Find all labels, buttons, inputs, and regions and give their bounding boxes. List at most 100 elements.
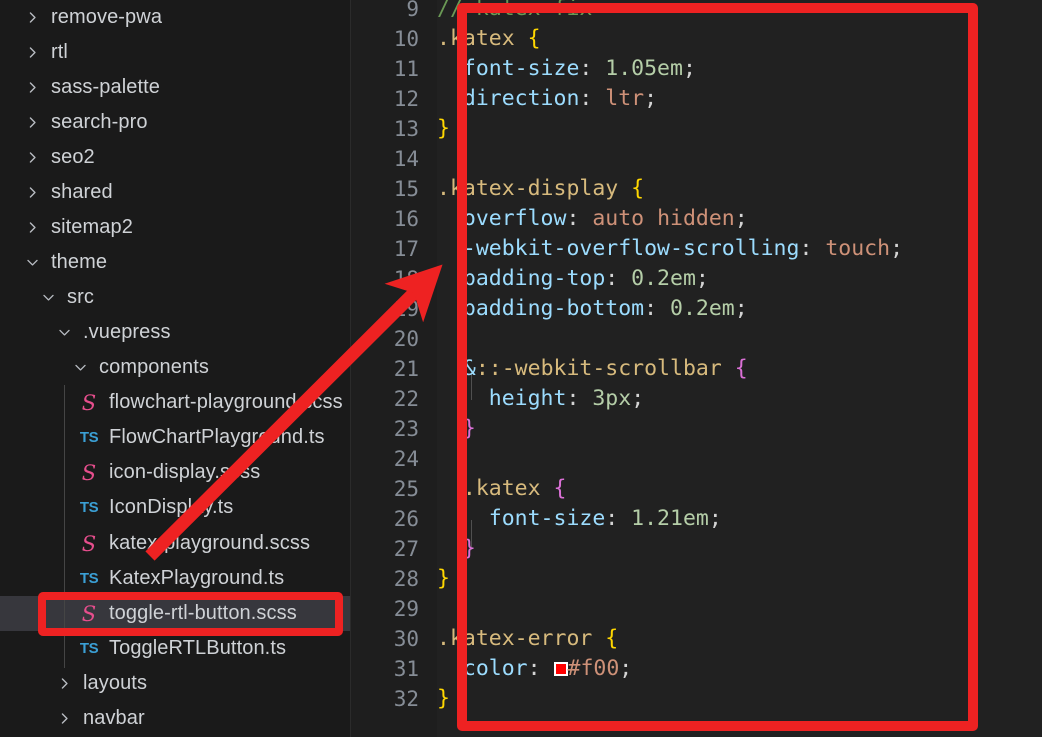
tree-file-togglertlbutton-ts[interactable]: TS ToggleRTLButton.ts	[0, 631, 350, 666]
code-token: :	[605, 506, 632, 531]
tree-folder-rtl[interactable]: rtl	[0, 35, 350, 70]
code-line[interactable]: font-size: 1.21em;	[437, 504, 722, 534]
code-line[interactable]: }	[437, 114, 450, 144]
tree-indent-guide	[64, 385, 65, 668]
chevron-right-icon[interactable]	[20, 35, 44, 70]
line-number: 32	[393, 687, 419, 711]
scss-file-icon: S	[81, 460, 97, 485]
line-number: 29	[393, 597, 419, 621]
code-line[interactable]: .katex-display {	[437, 174, 644, 204]
scss-file-icon: S	[81, 601, 97, 626]
code-line[interactable]: }	[437, 534, 476, 564]
tree-folder-seo2[interactable]: seo2	[0, 140, 350, 175]
ts-file-icon: TS	[79, 570, 99, 587]
tree-folder-shared[interactable]: shared	[0, 175, 350, 210]
tree-item-label: FlowChartPlayground.ts	[109, 426, 325, 448]
tree-file-icondisplay-ts[interactable]: TS IconDisplay.ts	[0, 490, 350, 525]
line-number-gutter: 9 10 11 12 13 14 15 16 17 18 19 20 21 22 23 24 25 26 27 28 2…	[351, 0, 419, 737]
code-line[interactable]: padding-top: 0.2em;	[437, 264, 709, 294]
tree-item-label: components	[99, 356, 209, 378]
chevron-down-icon[interactable]	[20, 245, 44, 280]
code-line[interactable]: direction: ltr;	[437, 84, 657, 114]
code-token: }	[437, 566, 450, 591]
code-token: :	[579, 56, 606, 81]
tree-file-flowchartplayground-ts[interactable]: TS FlowChartPlayground.ts	[0, 420, 350, 455]
code-token: }	[462, 536, 476, 561]
chevron-down-icon[interactable]	[36, 280, 60, 315]
line-number: 17	[393, 237, 419, 261]
line-number: 13	[393, 117, 419, 141]
code-line[interactable]: color: #f00;	[437, 654, 632, 684]
chevron-right-icon[interactable]	[20, 140, 44, 175]
line-number: 16	[393, 207, 419, 231]
tree-folder-src[interactable]: src	[0, 280, 350, 315]
code-token: ;	[890, 236, 904, 261]
code-token: 1.05em	[605, 56, 683, 81]
chevron-right-icon[interactable]	[52, 701, 76, 736]
tree-file-icon-display-scss[interactable]: Sicon-display.scss	[0, 455, 350, 490]
code-token: font-size	[488, 506, 606, 531]
chevron-right-icon[interactable]	[52, 666, 76, 701]
code-line[interactable]: .katex {	[437, 474, 567, 504]
tree-folder-remove-pwa[interactable]: remove-pwa	[0, 0, 350, 35]
scss-file-icon: S	[81, 531, 97, 556]
line-number: 30	[393, 627, 419, 651]
code-line[interactable]: }	[437, 414, 476, 444]
line-number: 26	[393, 507, 419, 531]
chevron-right-icon[interactable]	[20, 210, 44, 245]
tree-folder-sitemap2[interactable]: sitemap2	[0, 210, 350, 245]
file-explorer-tree[interactable]: remove-pwa rtl sass-palette search-pro seo2 s…	[0, 0, 351, 737]
code-editor[interactable]: 9 10 11 12 13 14 15 16 17 18 19 20 21 22 23 24 25 26 27 28 2…	[351, 0, 1042, 737]
tree-file-katex-playground-scss[interactable]: Skatex-playground.scss	[0, 526, 350, 561]
tree-folder-search-pro[interactable]: search-pro	[0, 105, 350, 140]
chevron-down-icon[interactable]	[68, 350, 92, 385]
tree-file-toggle-rtl-button-scss[interactable]: Stoggle-rtl-button.scss	[0, 596, 350, 631]
code-token: 0.2em	[670, 296, 735, 321]
code-token: 3px	[592, 386, 632, 411]
tree-folder-layouts[interactable]: layouts	[0, 666, 350, 701]
tree-item-label: theme	[51, 251, 108, 273]
code-line[interactable]: .katex-error {	[437, 624, 618, 654]
tree-folder-components[interactable]: components	[0, 350, 350, 385]
line-number: 10	[393, 27, 419, 51]
code-line[interactable]: padding-bottom: 0.2em;	[437, 294, 748, 324]
code-line[interactable]: -webkit-overflow-scrolling: touch;	[437, 234, 903, 264]
code-token: padding-top	[462, 266, 606, 291]
tree-item-label: flowchart-playground.scss	[109, 391, 343, 413]
code-line[interactable]: font-size: 1.05em;	[437, 54, 696, 84]
code-line[interactable]: .katex {	[437, 24, 541, 54]
code-line[interactable]: }	[437, 564, 450, 594]
tree-folder-sass-palette[interactable]: sass-palette	[0, 70, 350, 105]
code-token: ;	[619, 656, 633, 681]
tree-folder-vuepress[interactable]: .vuepress	[0, 315, 350, 350]
code-token: {	[527, 26, 541, 51]
chevron-right-icon[interactable]	[20, 105, 44, 140]
code-token: ;	[682, 56, 696, 81]
code-line[interactable]: height: 3px;	[437, 384, 644, 414]
tree-item-label: navbar	[83, 707, 145, 729]
tree-file-flowchart-playground-scss[interactable]: Sflowchart-playground.scss	[0, 385, 350, 420]
code-token: ;	[734, 296, 748, 321]
tree-file-katexplayground-ts[interactable]: TS KatexPlayground.ts	[0, 561, 350, 596]
chevron-right-icon[interactable]	[20, 175, 44, 210]
color-swatch-icon[interactable]	[553, 662, 568, 676]
code-line[interactable]: }	[437, 684, 450, 714]
code-token: ;	[631, 386, 645, 411]
chevron-right-icon[interactable]	[20, 70, 44, 105]
chevron-down-icon[interactable]	[52, 315, 76, 350]
line-number: 18	[393, 267, 419, 291]
line-number: 21	[393, 357, 419, 381]
tree-folder-theme[interactable]: theme	[0, 245, 350, 280]
code-line[interactable]: &::-webkit-scrollbar {	[437, 354, 748, 384]
chevron-right-icon[interactable]	[20, 0, 44, 35]
code-line[interactable]: overflow: auto hidden;	[437, 204, 748, 234]
code-line[interactable]: // katex fix	[437, 0, 592, 24]
line-number: 28	[393, 567, 419, 591]
tree-folder-navbar[interactable]: navbar	[0, 701, 350, 736]
code-content[interactable]: // katex fix .katex { font-size: 1.05em; …	[437, 0, 1042, 737]
